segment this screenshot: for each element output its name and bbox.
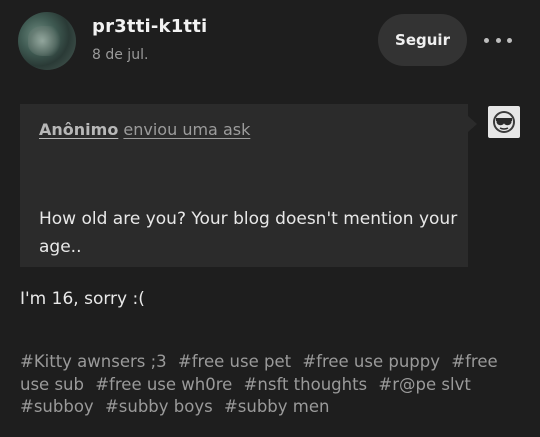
answer-text: I'm 16, sorry :( (20, 289, 145, 309)
tag-link[interactable]: #free use pet (178, 352, 291, 371)
post-date[interactable]: 8 de jul. (92, 47, 148, 63)
tag-link[interactable]: #subby boys (105, 397, 213, 416)
anonymous-asker-icon (488, 106, 520, 138)
ask-question-text: How old are you? Your blog doesn't menti… (39, 209, 458, 257)
tag-link[interactable]: #free use wh0re (95, 375, 232, 394)
follow-button[interactable]: Seguir (378, 14, 467, 66)
tag-link[interactable]: #subboy (20, 397, 94, 416)
blog-avatar[interactable] (18, 12, 76, 70)
tag-link[interactable]: #r@pe slvt (378, 375, 470, 394)
blog-username[interactable]: pr3tti-k1tti (92, 16, 207, 37)
ask-bubble-tail (468, 116, 477, 132)
tag-list: #Kitty awnsers ;3 #free use pet #free us… (20, 351, 525, 419)
tag-link[interactable]: #nsft thoughts (244, 375, 368, 394)
anonymous-glasses-icon (493, 111, 515, 133)
ask-header: Anônimo enviou uma ask (39, 120, 250, 139)
tag-link[interactable]: #Kitty awnsers ;3 (20, 352, 167, 371)
asker-name: Anônimo (39, 120, 119, 139)
ask-sent-label: enviou uma ask (123, 120, 251, 139)
more-options-icon[interactable] (484, 30, 512, 50)
tag-link[interactable]: #subby men (224, 397, 330, 416)
tag-link[interactable]: #free use puppy (302, 352, 440, 371)
